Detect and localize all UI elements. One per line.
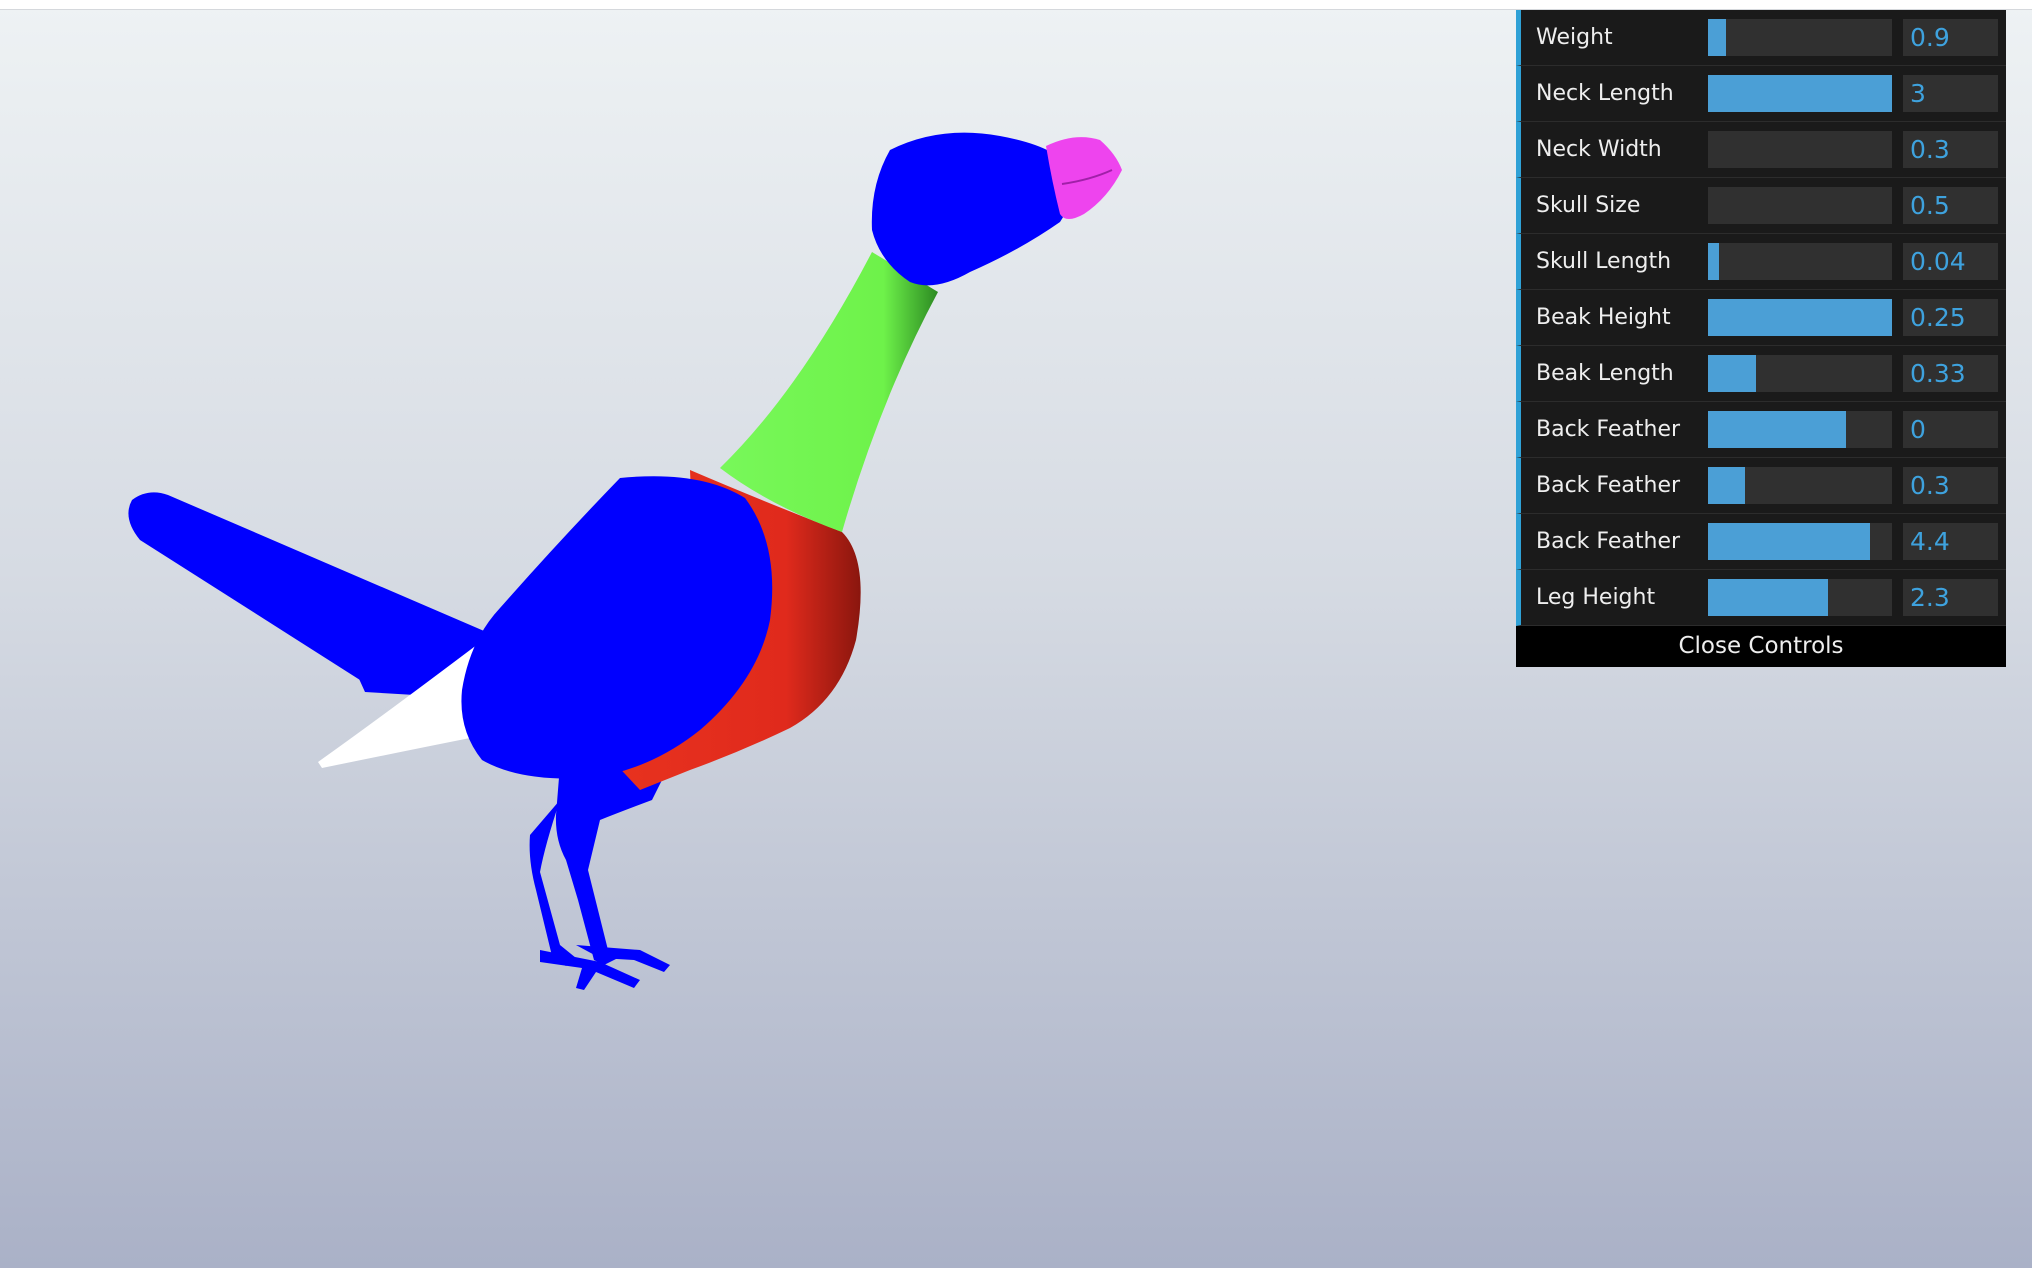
controls-panel: Weight 0.9 Neck Length 3 Neck Width 0.3 …: [1516, 10, 2006, 667]
control-label: Back Feather: [1536, 417, 1681, 442]
leg-height-value-input[interactable]: 2.3: [1903, 579, 1998, 616]
legs: [529, 759, 670, 990]
neck-length-slider[interactable]: [1708, 75, 1892, 112]
beak-height-slider[interactable]: [1708, 299, 1892, 336]
3d-viewport[interactable]: Weight 0.9 Neck Length 3 Neck Width 0.3 …: [0, 0, 2032, 1268]
control-label: Neck Width: [1536, 137, 1662, 162]
control-row-back-feather-3: Back Feather 4.4: [1516, 514, 2006, 570]
control-row-skull-size: Skull Size 0.5: [1516, 178, 2006, 234]
slider-fill: [1708, 19, 1727, 56]
neck-length-value-input[interactable]: 3: [1903, 75, 1998, 112]
slider-fill: [1708, 299, 1892, 336]
close-controls-button[interactable]: Close Controls: [1516, 626, 2006, 667]
slider-fill: [1708, 75, 1892, 112]
beak-length-slider[interactable]: [1708, 355, 1892, 392]
control-row-beak-length: Beak Length 0.33: [1516, 346, 2006, 402]
slider-fill: [1708, 243, 1720, 280]
control-row-weight: Weight 0.9: [1516, 10, 2006, 66]
slider-fill: [1708, 411, 1846, 448]
neck-width-value-input[interactable]: 0.3: [1903, 131, 1998, 168]
head: [871, 132, 1072, 286]
slider-fill: [1708, 523, 1870, 560]
control-label: Skull Length: [1536, 249, 1672, 274]
control-label: Weight: [1536, 25, 1613, 50]
control-label: Leg Height: [1536, 585, 1656, 610]
beak-length-value-input[interactable]: 0.33: [1903, 355, 1998, 392]
bird-model[interactable]: [0, 0, 1480, 1268]
beak-height-value-input[interactable]: 0.25: [1903, 299, 1998, 336]
back-feather-2-value-input[interactable]: 0.3: [1903, 467, 1998, 504]
control-row-neck-width: Neck Width 0.3: [1516, 122, 2006, 178]
slider-fill: [1708, 355, 1756, 392]
control-row-beak-height: Beak Height 0.25: [1516, 290, 2006, 346]
skull-size-slider[interactable]: [1708, 187, 1892, 224]
control-label: Skull Size: [1536, 193, 1641, 218]
control-label: Neck Length: [1536, 81, 1674, 106]
control-row-leg-height: Leg Height 2.3: [1516, 570, 2006, 626]
control-row-neck-length: Neck Length 3: [1516, 66, 2006, 122]
back-feather-2-slider[interactable]: [1708, 467, 1892, 504]
neck-width-slider[interactable]: [1708, 131, 1892, 168]
neck: [720, 252, 938, 532]
back-feather-3-value-input[interactable]: 4.4: [1903, 523, 1998, 560]
control-label: Beak Length: [1536, 361, 1674, 386]
control-label: Beak Height: [1536, 305, 1671, 330]
back-feather-1-value-input[interactable]: 0: [1903, 411, 1998, 448]
slider-fill: [1708, 579, 1828, 616]
control-row-back-feather-2: Back Feather 0.3: [1516, 458, 2006, 514]
skull-length-slider[interactable]: [1708, 243, 1892, 280]
control-label: Back Feather: [1536, 529, 1681, 554]
leg-height-slider[interactable]: [1708, 579, 1892, 616]
weight-slider[interactable]: [1708, 19, 1892, 56]
skull-length-value-input[interactable]: 0.04: [1903, 243, 1998, 280]
back-feather-1-slider[interactable]: [1708, 411, 1892, 448]
weight-value-input[interactable]: 0.9: [1903, 19, 1998, 56]
back-feather-3-slider[interactable]: [1708, 523, 1892, 560]
control-row-skull-length: Skull Length 0.04: [1516, 234, 2006, 290]
control-row-back-feather-1: Back Feather 0: [1516, 402, 2006, 458]
slider-fill: [1708, 467, 1745, 504]
control-label: Back Feather: [1536, 473, 1681, 498]
skull-size-value-input[interactable]: 0.5: [1903, 187, 1998, 224]
